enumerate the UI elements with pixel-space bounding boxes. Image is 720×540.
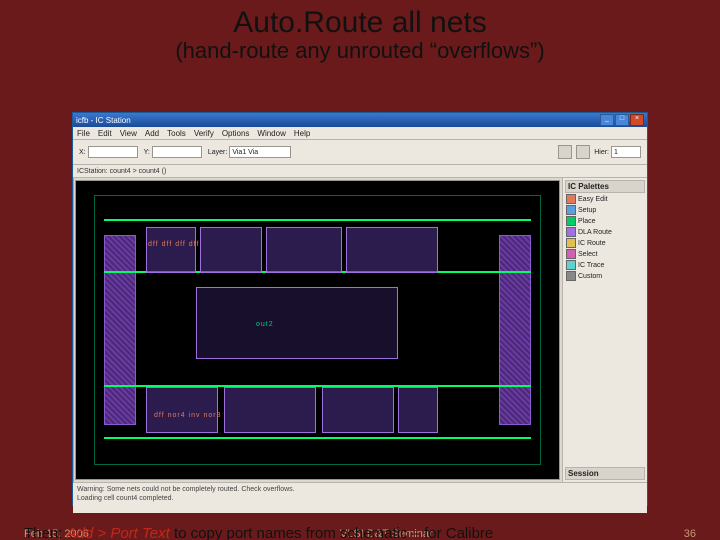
- layout-canvas[interactable]: dff dff dff dff dff nor4 inv nor3 out2: [75, 180, 560, 480]
- net-label: out2: [256, 321, 274, 328]
- maximize-button[interactable]: □: [615, 114, 629, 126]
- menu-bar: File Edit View Add Tools Verify Options …: [73, 127, 647, 140]
- palette-panel: IC Palettes Easy Edit Setup Place DLA Ro…: [562, 178, 647, 482]
- palette-row[interactable]: IC Trace: [565, 260, 645, 270]
- cell-label-bottom: dff nor4 inv nor3: [154, 412, 221, 419]
- menu-add[interactable]: Add: [145, 129, 159, 138]
- palette-row[interactable]: Select: [565, 249, 645, 259]
- tool-icon-2[interactable]: [576, 145, 590, 159]
- layer-select[interactable]: Via1 Via: [229, 146, 291, 158]
- x-input[interactable]: [88, 146, 138, 158]
- tool-icon-1[interactable]: [558, 145, 572, 159]
- log-panel: Warning: Some nets could not be complete…: [73, 482, 647, 513]
- palette-row[interactable]: Custom: [565, 271, 645, 281]
- app-window: icfb - IC Station _ □ × File Edit View A…: [72, 112, 648, 506]
- cell-label-top: dff dff dff dff: [148, 241, 199, 248]
- palette-row[interactable]: Setup: [565, 205, 645, 215]
- x-field: X:: [79, 146, 138, 158]
- menu-options[interactable]: Options: [222, 129, 250, 138]
- window-title: icfb - IC Station: [76, 116, 600, 125]
- palette-row[interactable]: Place: [565, 216, 645, 226]
- slide-subtitle: (hand-route any unrouted “overflows”): [0, 38, 720, 64]
- hier-input[interactable]: 1: [611, 146, 641, 158]
- close-button[interactable]: ×: [630, 114, 644, 126]
- footer-page: 36: [684, 528, 696, 540]
- menu-verify[interactable]: Verify: [194, 129, 214, 138]
- layer-field: Layer:Via1 Via: [208, 146, 291, 158]
- y-field: Y:: [144, 146, 202, 158]
- palette-footer: Session: [565, 467, 645, 480]
- palette-row[interactable]: IC Route: [565, 238, 645, 248]
- toolbar: X: Y: Layer:Via1 Via Hier:1: [73, 140, 647, 165]
- palette-header: IC Palettes: [565, 180, 645, 193]
- palette-row[interactable]: Easy Edit: [565, 194, 645, 204]
- slide-note: Then: Add > Port Text to copy port names…: [24, 525, 493, 540]
- menu-edit[interactable]: Edit: [98, 129, 112, 138]
- menu-tools[interactable]: Tools: [167, 129, 186, 138]
- menu-file[interactable]: File: [77, 129, 90, 138]
- palette-row[interactable]: DLA Route: [565, 227, 645, 237]
- menu-help[interactable]: Help: [294, 129, 310, 138]
- window-titlebar[interactable]: icfb - IC Station _ □ ×: [73, 113, 647, 127]
- y-input[interactable]: [152, 146, 202, 158]
- menu-view[interactable]: View: [120, 129, 137, 138]
- slide-title: Auto.Route all nets: [0, 6, 720, 40]
- cell-path-bar: ICStation: count4 > count4 (): [73, 165, 647, 178]
- menu-window[interactable]: Window: [257, 129, 285, 138]
- minimize-button[interactable]: _: [600, 114, 614, 126]
